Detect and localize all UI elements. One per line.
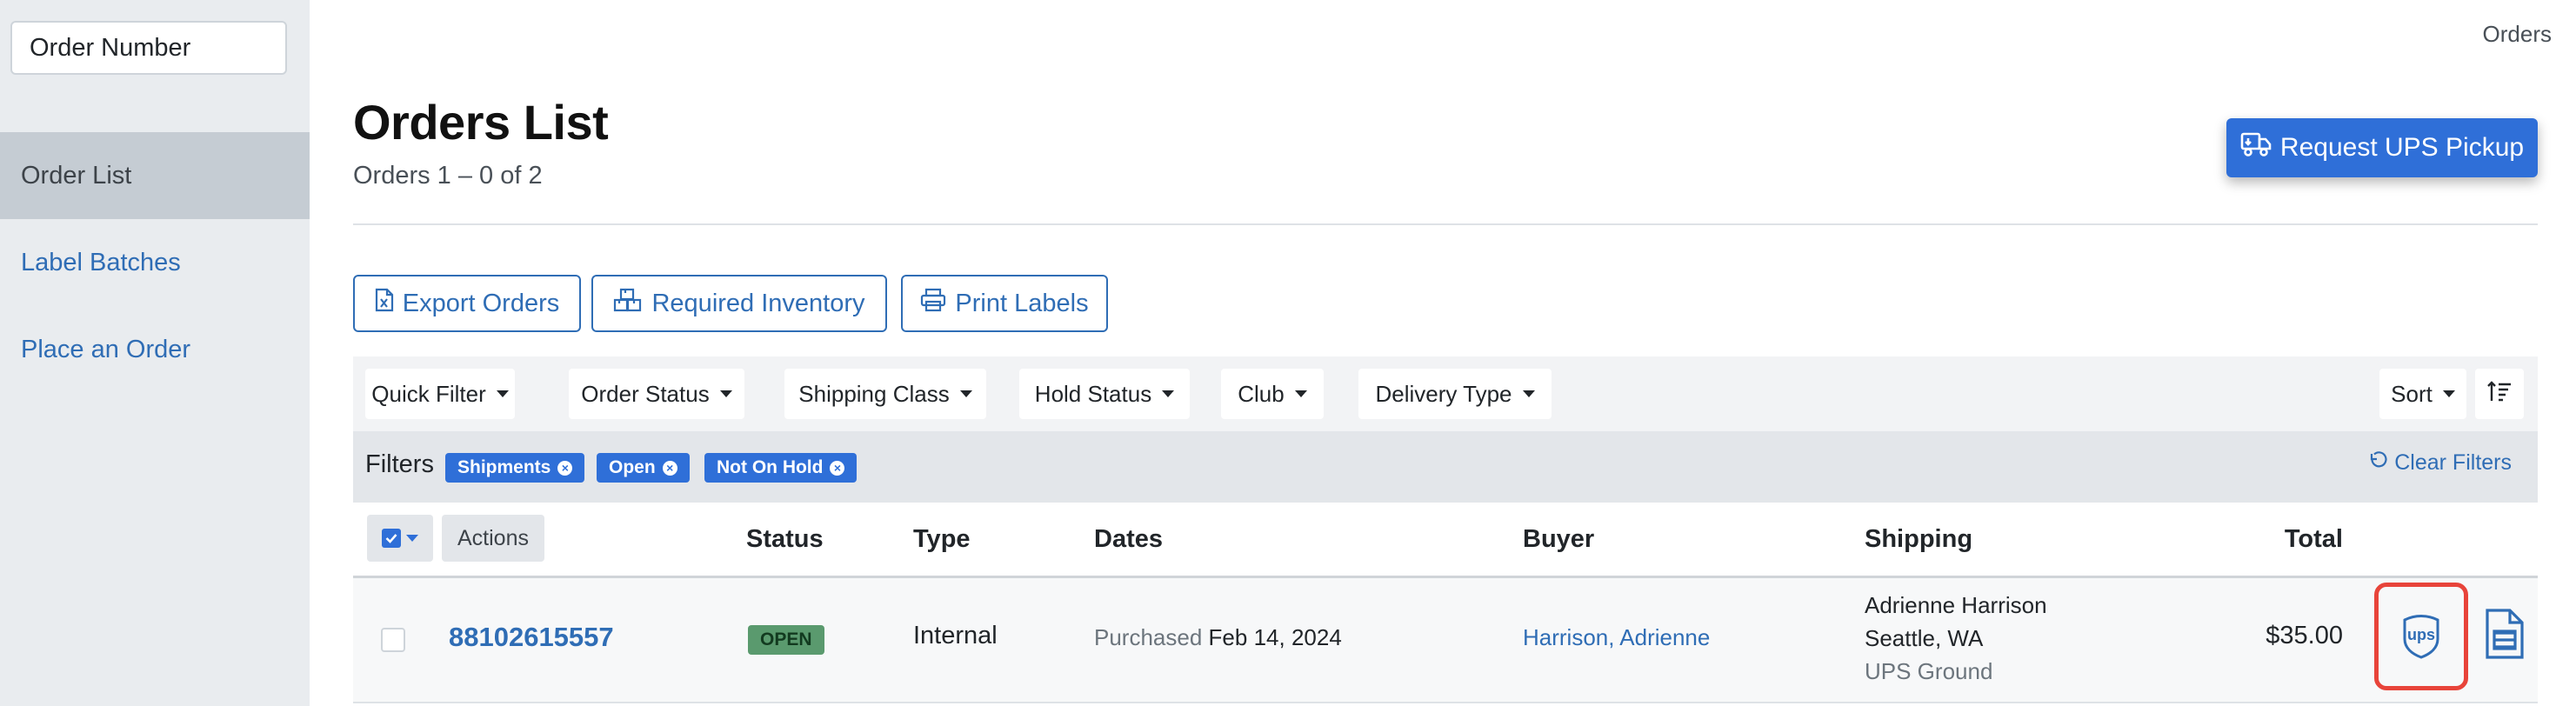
ship-method: UPS Ground (1865, 658, 1993, 684)
dropdown-label: Shipping Class (798, 380, 950, 407)
caret-down-icon (719, 390, 732, 397)
sidebar-item-place-order[interactable]: Place an Order (0, 306, 310, 393)
column-header-type: Type (913, 525, 971, 553)
request-ups-pickup-button[interactable]: Request UPS Pickup (2226, 118, 2538, 177)
ship-name: Adrienne Harrison (1865, 592, 2047, 618)
active-filters-bar: Filters Shipments × Open × Not On Hold × Cl… (353, 431, 2538, 503)
filter-chip-not-on-hold[interactable]: Not On Hold × (704, 453, 858, 483)
ups-logo-text: ups (2406, 626, 2435, 643)
ship-location: Seattle, WA (1865, 625, 1984, 651)
ups-label-button[interactable]: ups (2374, 583, 2468, 690)
caret-down-icon (1162, 390, 1175, 397)
packing-slip-button[interactable] (2484, 607, 2526, 665)
select-all-checkbox[interactable] (367, 515, 433, 562)
sort-direction-button[interactable] (2475, 369, 2524, 419)
dropdown-label: Club (1238, 380, 1285, 407)
caret-down-icon (959, 390, 972, 397)
sidebar-item-label: Label Batches (21, 248, 181, 276)
filter-chip-shipments[interactable]: Shipments × (445, 453, 585, 483)
column-header-buyer: Buyer (1523, 525, 1595, 553)
caret-down-icon (406, 535, 418, 542)
dropdown-label: Order Status (581, 380, 710, 407)
ups-shield-icon: ups (2401, 613, 2441, 660)
status-badge: OPEN (748, 625, 824, 655)
close-icon[interactable]: × (662, 460, 677, 476)
excel-file-icon (375, 288, 394, 319)
sort-label: Sort (2391, 380, 2433, 407)
close-icon[interactable]: × (557, 460, 573, 476)
export-orders-label: Export Orders (402, 289, 560, 317)
column-header-shipping: Shipping (1865, 525, 1973, 553)
order-total: $35.00 (2266, 622, 2343, 649)
close-icon[interactable]: × (830, 460, 845, 476)
order-number-search-input[interactable] (10, 21, 287, 75)
dropdown-label: Hold Status (1034, 380, 1152, 407)
sidebar-item-order-list[interactable]: Order List (0, 132, 310, 219)
order-dates: Purchased Feb 14, 2024 (1094, 624, 1342, 651)
breadcrumb[interactable]: Orders (2483, 21, 2552, 48)
shipping-info: Adrienne Harrison Seattle, WA UPS Ground (1865, 589, 2047, 688)
sort-icon (2486, 380, 2513, 409)
hold-status-dropdown[interactable]: Hold Status (1019, 369, 1190, 419)
print-labels-label: Print Labels (955, 289, 1089, 317)
export-orders-button[interactable]: Export Orders (353, 275, 581, 332)
sidebar-item-label-batches[interactable]: Label Batches (0, 219, 310, 306)
required-inventory-button[interactable]: Required Inventory (591, 275, 887, 332)
clear-filters-label: Clear Filters (2394, 450, 2512, 475)
delivery-type-dropdown[interactable]: Delivery Type (1358, 369, 1552, 419)
column-header-total: Total (2284, 525, 2343, 553)
buyer-link[interactable]: Harrison, Adrienne (1523, 624, 1710, 651)
page-title: Orders List (353, 95, 609, 150)
order-status-dropdown[interactable]: Order Status (569, 369, 744, 419)
page-subtitle: Orders 1 – 0 of 2 (353, 162, 543, 190)
printer-icon (920, 288, 946, 319)
sidebar-item-label: Place an Order (21, 335, 191, 363)
club-dropdown[interactable]: Club (1221, 369, 1324, 419)
print-labels-button[interactable]: Print Labels (901, 275, 1108, 332)
clear-filters-link[interactable]: Clear Filters (2368, 450, 2512, 476)
shipping-class-dropdown[interactable]: Shipping Class (784, 369, 986, 419)
sidebar: Order List Label Batches Place an Order (0, 0, 310, 706)
chip-label: Shipments (457, 457, 551, 477)
filters-label: Filters (365, 450, 434, 478)
filter-bar: Quick Filter Order Status Shipping Class… (353, 356, 2538, 433)
dropdown-label: Delivery Type (1375, 380, 1512, 407)
document-icon (2484, 607, 2526, 665)
actions-button[interactable]: Actions (442, 515, 544, 562)
purchase-date: Feb 14, 2024 (1208, 624, 1342, 650)
order-number-link[interactable]: 88102615557 (449, 622, 614, 653)
row-checkbox[interactable] (381, 628, 405, 652)
request-ups-pickup-label: Request UPS Pickup (2279, 133, 2525, 162)
table-row: 88102615557 OPEN Internal Purchased Feb … (353, 578, 2538, 703)
caret-down-icon (496, 390, 509, 397)
sort-dropdown[interactable]: Sort (2379, 369, 2466, 419)
truck-icon (2240, 131, 2272, 164)
caret-down-icon (1294, 390, 1307, 397)
filter-chip-open[interactable]: Open × (597, 453, 690, 483)
undo-icon (2368, 450, 2387, 476)
column-header-status: Status (746, 525, 824, 553)
order-type: Internal (913, 622, 998, 649)
date-prefix: Purchased (1094, 624, 1203, 650)
header-divider (353, 223, 2538, 225)
chip-label: Not On Hold (717, 457, 824, 477)
boxes-icon (613, 288, 643, 319)
sidebar-item-label: Order List (21, 161, 132, 190)
quick-filter-dropdown[interactable]: Quick Filter (365, 369, 515, 419)
caret-down-icon (2442, 390, 2455, 397)
column-header-dates: Dates (1094, 525, 1163, 553)
caret-down-icon (1522, 390, 1535, 397)
required-inventory-label: Required Inventory (651, 289, 865, 317)
checkbox-checked-icon (382, 529, 401, 548)
dropdown-label: Quick Filter (371, 380, 486, 407)
chip-label: Open (609, 457, 656, 477)
table-header: Actions Status Type Dates Buyer Shipping… (353, 503, 2538, 578)
